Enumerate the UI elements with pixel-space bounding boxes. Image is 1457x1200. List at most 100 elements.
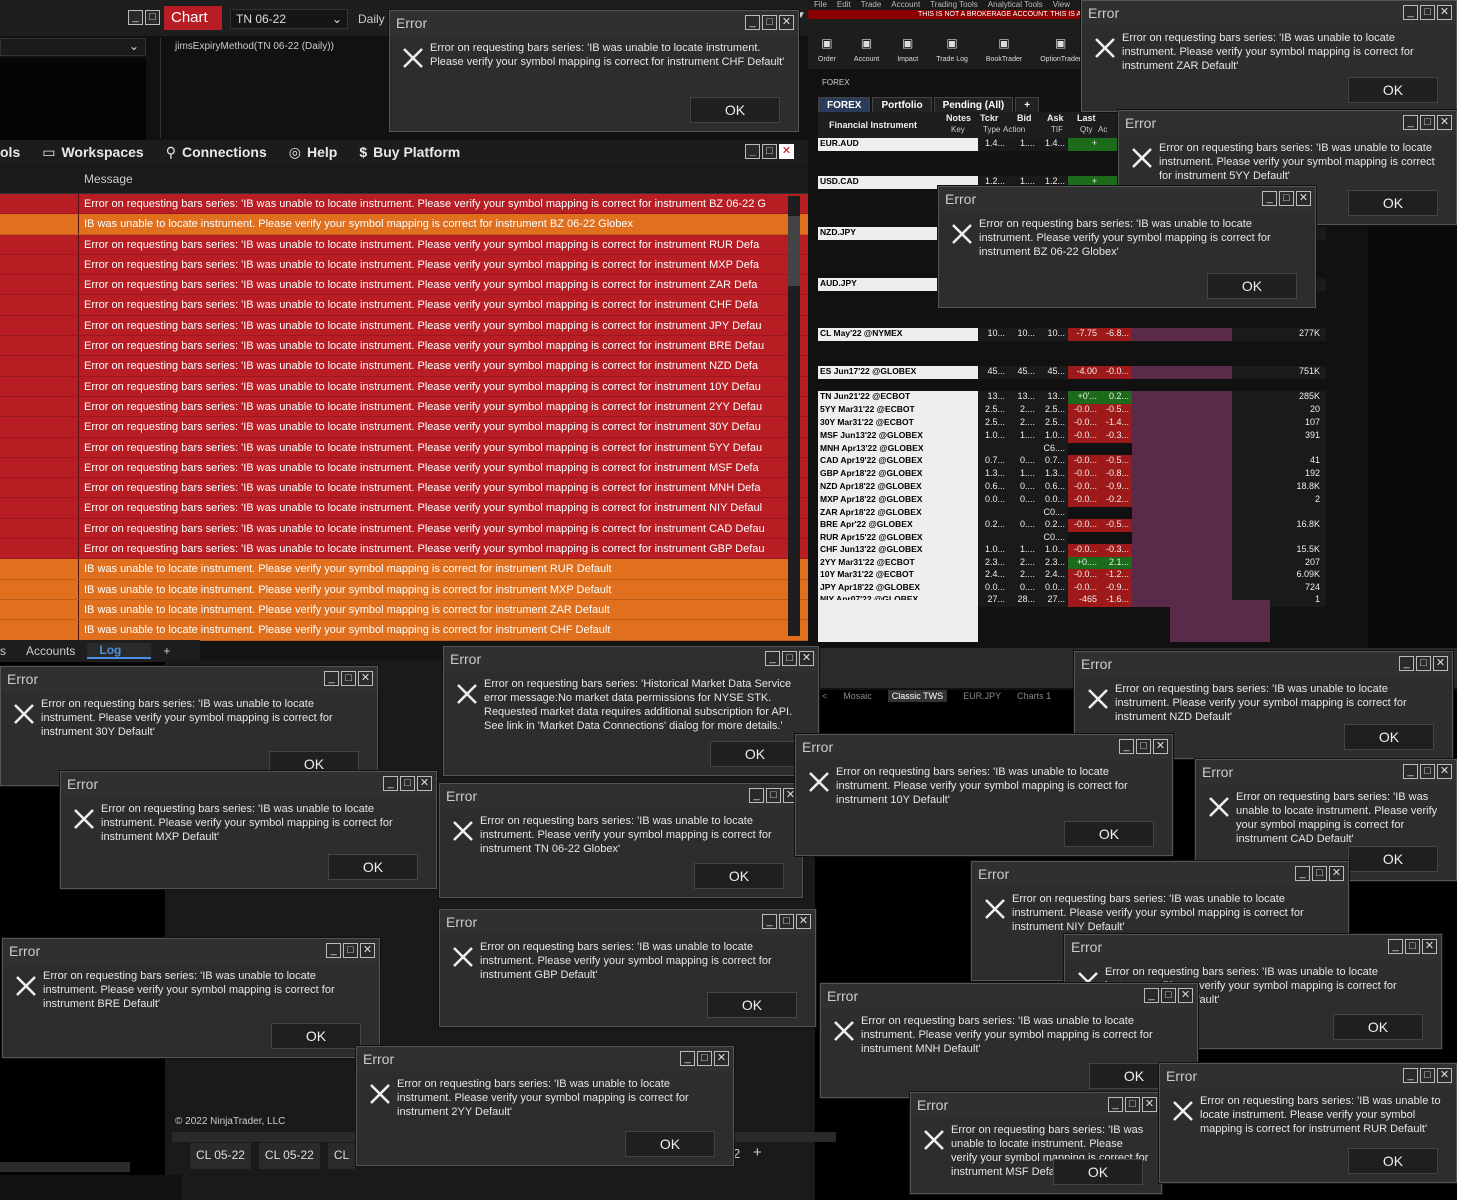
dialog-title-bar[interactable]: Error _ □ ✕ xyxy=(390,11,798,35)
chart-tab-cl-2[interactable]: CL 05-22 xyxy=(258,1143,320,1169)
watchlist-row[interactable]: 30Y Mar31'22 @ECBOT 2.5... 2.... 2.5... -0.0… xyxy=(818,417,1326,430)
watchlist-row[interactable]: MSF Jun13'22 @GLOBEX 1.0... 1.... 1.0... -0.… xyxy=(818,430,1326,443)
maximize-icon[interactable]: □ xyxy=(779,914,794,929)
tws-tab[interactable]: FOREX xyxy=(818,97,871,113)
ok-button[interactable]: OK xyxy=(1053,1159,1143,1185)
menu-item-connections[interactable]: ⚲ Connections xyxy=(166,144,267,161)
ok-button[interactable]: OK xyxy=(1207,273,1297,299)
close-icon[interactable]: ✕ xyxy=(796,914,811,929)
dialog-title-bar[interactable]: Error _ □ ✕ xyxy=(1160,1064,1456,1088)
watchlist-row[interactable]: JPY Apr18'22 @GLOBEX 0.0... 0.... 0.0... -0.… xyxy=(818,582,1326,595)
error-dialog[interactable]: Error _ □ ✕ Error on requesting bars series:… xyxy=(1159,1063,1457,1183)
error-dialog[interactable]: Error _ □ ✕ Error on requesting bars series:… xyxy=(1081,0,1457,112)
dialog-title-bar[interactable]: Error _ □ ✕ xyxy=(440,784,802,808)
minimize-icon[interactable]: _ xyxy=(1403,115,1418,130)
error-dialog[interactable]: Error _ □ ✕ Error on requesting bars series:… xyxy=(0,666,378,786)
log-row[interactable]: Error on requesting bars series: 'IB was… xyxy=(0,254,808,276)
close-icon[interactable]: ✕ xyxy=(1153,739,1168,754)
maximize-icon[interactable]: □ xyxy=(762,144,777,159)
log-row[interactable]: Error on requesting bars series: 'IB was… xyxy=(0,295,808,316)
ok-button[interactable]: OK xyxy=(1348,77,1438,103)
minimize-icon[interactable]: _ xyxy=(326,943,341,958)
left-dropdown[interactable]: ⌄ xyxy=(0,38,146,56)
maximize-icon[interactable]: □ xyxy=(1405,939,1420,954)
maximize-icon[interactable]: □ xyxy=(1312,866,1327,881)
watchlist-row[interactable]: BRE Apr'22 @GLOBEX 0.2... 0.... 0.2... -0.0.… xyxy=(818,519,1326,532)
close-icon[interactable]: ✕ xyxy=(714,1051,729,1066)
minimize-icon[interactable]: _ xyxy=(1403,1068,1418,1083)
minimize-icon[interactable]: _ xyxy=(765,651,780,666)
tws-toolbar-button[interactable]: ▣ BookTrader xyxy=(986,36,1022,63)
error-dialog[interactable]: Error _ □ ✕ Error on requesting bars series:… xyxy=(356,1046,734,1166)
dialog-title-bar[interactable]: Error _ □ ✕ xyxy=(1065,935,1441,959)
log-row[interactable]: Error on requesting bars series: 'IB was… xyxy=(0,518,808,540)
log-row[interactable]: Error on requesting bars series: 'IB was… xyxy=(0,275,808,296)
tws-menu-item[interactable]: Account xyxy=(891,0,920,10)
col-ac[interactable]: Ac xyxy=(1098,125,1107,134)
dialog-title-bar[interactable]: Error _ □ ✕ xyxy=(1082,1,1456,25)
error-dialog[interactable]: Error _ □ ✕ Error on requesting bars series:… xyxy=(910,1092,1162,1194)
dialog-title-bar[interactable]: Error _ □ ✕ xyxy=(1,667,377,691)
minimize-icon[interactable]: _ xyxy=(1119,739,1134,754)
ok-button[interactable]: OK xyxy=(328,854,418,880)
log-row[interactable]: Error on requesting bars series: 'IB was… xyxy=(0,478,808,499)
close-icon[interactable]: ✕ xyxy=(1437,764,1452,779)
ok-button[interactable]: OK xyxy=(1348,190,1438,216)
log-row[interactable]: Error on requesting bars series: 'IB was… xyxy=(0,457,808,479)
close-icon[interactable]: ✕ xyxy=(799,651,814,666)
watchlist-row[interactable]: 2YY Mar31'22 @ECBOT 2.3... 2.... 2.3... +0..… xyxy=(818,557,1326,570)
chart-tab[interactable]: Chart xyxy=(164,6,222,30)
watchlist-row[interactable]: RUR Apr15'22 @GLOBEX C0.... xyxy=(818,532,1326,545)
maximize-icon[interactable]: □ xyxy=(697,1051,712,1066)
tws-tab[interactable]: Pending (All) xyxy=(933,97,1014,113)
watchlist-row[interactable]: ES Jun17'22 @GLOBEX 45... 45... 45... -4.00-… xyxy=(818,366,1326,379)
error-dialog[interactable]: Error _ □ ✕ Error on requesting bars series:… xyxy=(439,783,803,898)
minimize-icon[interactable]: _ xyxy=(1295,866,1310,881)
dialog-title-bar[interactable]: Error _ □ ✕ xyxy=(3,939,379,963)
chart-tab-cl-3[interactable]: CL xyxy=(327,1143,356,1169)
horizontal-scrollbar[interactable] xyxy=(0,1162,130,1172)
close-icon[interactable]: ✕ xyxy=(1437,5,1452,20)
col-financial-instrument[interactable]: Financial Instrument xyxy=(829,120,917,130)
close-icon[interactable]: ✕ xyxy=(1142,1097,1157,1112)
dialog-title-bar[interactable]: Error _ □ ✕ xyxy=(61,772,436,796)
close-icon[interactable]: ✕ xyxy=(1329,866,1344,881)
watchlist-row[interactable]: TN Jun21'22 @ECBOT 13... 13... 13... +0'... 0… xyxy=(818,391,1326,404)
close-icon[interactable]: ✕ xyxy=(1296,191,1311,206)
minimize-icon[interactable]: _ xyxy=(128,10,143,25)
log-row[interactable]: Error on requesting bars series: 'IB was… xyxy=(0,376,808,397)
menu-item-help[interactable]: ◎ Help xyxy=(289,144,338,161)
dialog-title-bar[interactable]: Error _ □ ✕ xyxy=(796,735,1172,759)
ok-button[interactable]: OK xyxy=(1344,724,1434,750)
tab-accounts[interactable]: Accounts xyxy=(14,644,87,658)
col-last[interactable]: Last xyxy=(1077,113,1096,123)
maximize-icon[interactable]: □ xyxy=(1125,1097,1140,1112)
tws-menu-item[interactable]: Edit xyxy=(837,0,851,10)
maximize-icon[interactable]: □ xyxy=(400,776,415,791)
col-action[interactable]: Action xyxy=(1003,125,1025,134)
minimize-icon[interactable]: _ xyxy=(749,788,764,803)
log-row[interactable]: IB was unable to locate instrument. Plea… xyxy=(0,579,808,600)
col-type[interactable]: Type xyxy=(983,125,1000,134)
minimize-icon[interactable]: _ xyxy=(680,1051,695,1066)
maximize-icon[interactable]: □ xyxy=(762,15,777,30)
close-icon[interactable]: ✕ xyxy=(1437,115,1452,130)
tws-toolbar-button[interactable]: ▣ Impact xyxy=(897,36,918,63)
minimize-icon[interactable]: _ xyxy=(1403,764,1418,779)
col-tckr[interactable]: Tckr xyxy=(980,113,998,123)
ok-button[interactable]: OK xyxy=(1333,1014,1423,1040)
minimize-icon[interactable]: _ xyxy=(324,671,339,686)
log-row[interactable]: Error on requesting bars series: 'IB was… xyxy=(0,315,808,337)
maximize-icon[interactable]: □ xyxy=(782,651,797,666)
maximize-icon[interactable]: □ xyxy=(1161,988,1176,1003)
log-row[interactable]: Error on requesting bars series: 'IB was… xyxy=(0,396,808,418)
log-row[interactable]: IB was unable to locate instrument. Plea… xyxy=(0,599,808,621)
error-dialog[interactable]: Error _ □ ✕ Error on requesting bars series:… xyxy=(820,983,1198,1098)
minimize-icon[interactable]: _ xyxy=(383,776,398,791)
scrollbar[interactable] xyxy=(788,196,800,636)
minimize-icon[interactable]: _ xyxy=(1262,191,1277,206)
close-icon[interactable]: ✕ xyxy=(779,15,794,30)
tws-bottom-tab[interactable]: Charts 1 xyxy=(1017,691,1051,701)
error-dialog[interactable]: Error _ □ ✕ Error on requesting bars series:… xyxy=(60,771,437,889)
watchlist-row[interactable]: CAD Apr19'22 @GLOBEX 0.7... 0.... 0.7... -0.… xyxy=(818,455,1326,468)
